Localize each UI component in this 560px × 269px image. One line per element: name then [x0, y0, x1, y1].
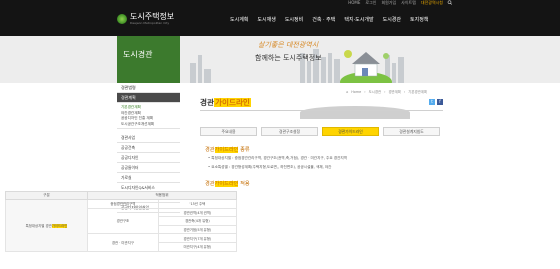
sidebar-item-street[interactable]: 가로실: [117, 173, 180, 183]
guideline-table: 구분 적용범위 특정대상지별 경관가이드라인 중점경관관리구역 '15년 주택 …: [5, 191, 238, 252]
slogan-script: 살기좋은 대전광역시: [258, 41, 319, 49]
nav-urban-plan[interactable]: 도시계획: [230, 16, 248, 23]
nav-land-policy[interactable]: 토지정책: [410, 16, 428, 23]
nav-urban-maint[interactable]: 도시정비: [285, 16, 303, 23]
twitter-icon[interactable]: t: [429, 99, 435, 105]
table-cell: 경관축(4개 유형): [157, 216, 238, 226]
page-title-highlight: 가이드라인: [213, 98, 251, 107]
table-header: 구분: [5, 191, 88, 200]
table-cell: 중점경관관리구역: [87, 199, 159, 209]
table-cell: 경관 · 미관지구: [87, 233, 159, 252]
banner-building: [190, 63, 196, 83]
table-cell: 경관지구(7개 유형): [157, 233, 238, 243]
breadcrumb-landscape[interactable]: 도시경관: [369, 89, 381, 94]
breadcrumb-plan[interactable]: 경관계획: [388, 89, 400, 94]
tab-structure[interactable]: 경관구조설정: [261, 127, 318, 136]
top-header: HOME 로그인 회원가입 사이트맵 대전광역시청 도시주택정보 Daejeon…: [0, 0, 560, 36]
sidebar-item-project[interactable]: 경관사업: [117, 133, 180, 143]
bullet-text: • 특정대상지별 : 중점경관관리구역, 경관구조(권역,축,거점), 경관 ·…: [208, 156, 347, 160]
nav-landscape[interactable]: 도시경관: [383, 16, 401, 23]
nav-building-housing[interactable]: 건축 · 주택: [312, 16, 335, 23]
utility-menu: HOME 로그인 회원가입 사이트맵 대전광역시청: [348, 0, 443, 5]
sidebar-item-plan[interactable]: 경관계획: [117, 93, 180, 103]
site-logo[interactable]: 도시주택정보 Daejeon Metropolitan City: [117, 12, 174, 25]
tab-design-map[interactable]: 경관설계지침도: [383, 127, 440, 136]
util-home-link[interactable]: HOME: [348, 0, 360, 5]
banner-building: [328, 53, 332, 83]
util-sitemap-link[interactable]: 사이트맵: [401, 0, 416, 5]
table-cell: 경관구조: [87, 207, 159, 235]
banner-hill: [300, 106, 410, 119]
section-title: 도시경관: [123, 50, 153, 59]
slogan-main: 함께하는 도시주택정보: [255, 54, 322, 62]
section-heading-types: 경관가이드라인 종류: [205, 147, 250, 153]
table-row: 특정대상지별 경관가이드라인 중점경관관리구역 '15년 주택: [5, 199, 238, 252]
breadcrumb: ⌂ Home › 도시경관 › 경관계획 › 기본경관계획: [346, 89, 427, 95]
logo-title: 도시주택정보: [130, 12, 175, 21]
util-join-link[interactable]: 회원가입: [381, 0, 396, 5]
logo-subtitle: Daejeon Metropolitan City: [130, 21, 170, 25]
house-illustration-icon: [340, 50, 392, 83]
section-heading-apply: 경관가이드라인 적용: [205, 181, 250, 187]
search-icon[interactable]: [447, 0, 453, 5]
breadcrumb-current: 기본경관계획: [408, 90, 427, 94]
home-icon: ⌂: [346, 89, 349, 94]
util-login-link[interactable]: 로그인: [365, 0, 376, 5]
facebook-icon[interactable]: f: [437, 99, 443, 105]
sidebar-item-public-arch[interactable]: 공공건축: [117, 143, 180, 153]
sidebar-item-law[interactable]: 경관법령: [117, 83, 180, 93]
table-cell: 미관지구(4개 유형): [157, 241, 238, 252]
main-nav: 도시계획 도시재생 도시정비 건축 · 주택 택지·도시개발 도시경관 토지정책: [230, 16, 428, 23]
table-header: 적용범위: [87, 191, 237, 200]
table-left-label: 특정대상지별 경관가이드라인: [5, 199, 88, 252]
sidebar-item-public-design[interactable]: 공공디자인: [117, 153, 180, 163]
title-divider: [200, 110, 443, 111]
table-cell: 경관거점(5개 유형): [157, 224, 238, 235]
section-title-box: 도시경관: [117, 36, 180, 83]
banner-building: [392, 63, 396, 83]
banner-building: [204, 69, 211, 83]
bullet-text: • 요소특성별 : 경관형성계획(주택지형,도로변,, 하천변조), 공공시설물…: [208, 165, 332, 169]
nav-land-dev[interactable]: 택지·도시개발: [344, 16, 373, 23]
sidebar-sub-structure[interactable]: 도시공간구조개선계획: [121, 122, 180, 128]
logo-emblem-icon: [117, 13, 127, 24]
util-cityhall-link[interactable]: 대전광역시청: [421, 0, 443, 5]
table-cell: 경관권역(4개 권역): [157, 207, 238, 218]
page-title: 경관가이드라인: [200, 98, 251, 107]
banner-building: [307, 61, 311, 83]
sidebar-submenu: 기본경관계획 야간경관계획 공공디자인 진흥 계획 도시공간구조개선계획: [117, 103, 180, 129]
nav-urban-regen[interactable]: 도시재생: [257, 16, 275, 23]
breadcrumb-home[interactable]: Home: [351, 90, 361, 94]
share-buttons: t f: [429, 99, 443, 105]
table-cell: '15년 주택: [157, 199, 238, 209]
sidebar-item-public-data[interactable]: 공공들이터: [117, 163, 180, 173]
content-tabs: 주요내용 경관구조설정 경관가이드라인 경관설계지침도: [200, 127, 440, 136]
banner-building: [198, 55, 202, 83]
banner-building: [398, 57, 404, 83]
tab-guideline[interactable]: 경관가이드라인: [322, 127, 379, 136]
tab-main-content[interactable]: 주요내용: [200, 127, 257, 136]
